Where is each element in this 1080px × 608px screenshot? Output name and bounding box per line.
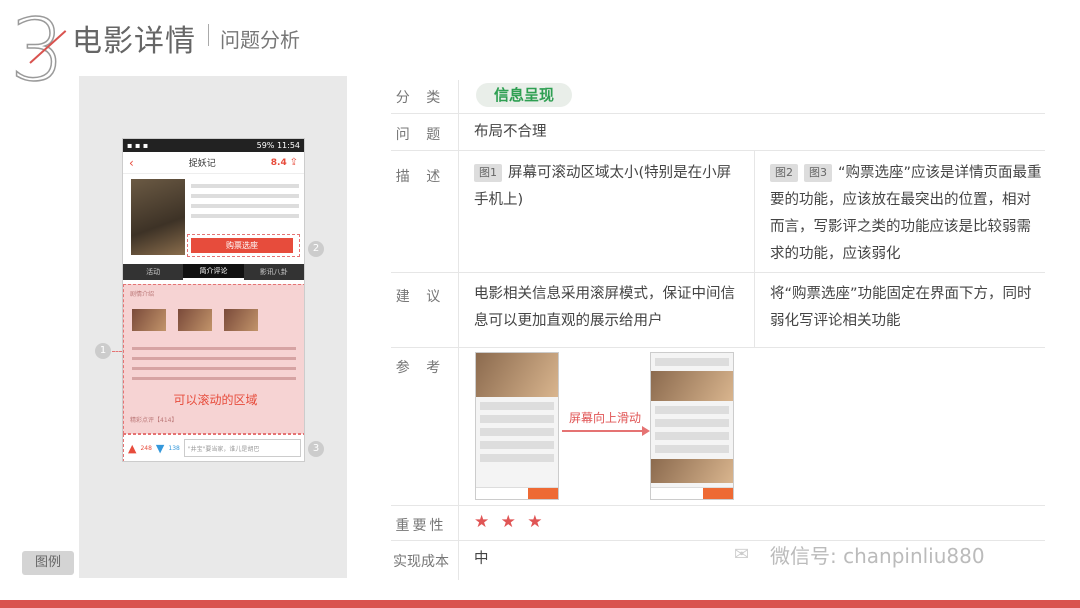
phone-bottom-bar: ▲ 248 ▼ 138 "井宝"要当家，谁儿是胡巴 — [123, 434, 304, 461]
row-divider — [391, 150, 1045, 151]
up-count: 248 — [140, 444, 152, 452]
comment-count: 精彩点评【414】 — [130, 417, 178, 424]
marker-3: 3 — [308, 441, 324, 457]
tab-intro[interactable]: 简介评论 — [183, 264, 244, 280]
label-importance: 重要性 — [395, 518, 447, 534]
battery-text: 59% — [256, 141, 275, 150]
label-problem: 问 题 — [395, 127, 447, 143]
cost-value: 中 — [474, 551, 489, 567]
page-title: 电影详情 — [72, 24, 196, 59]
label-suggestion: 建 议 — [395, 289, 447, 305]
marker-2: 2 — [308, 241, 324, 257]
tab-activity[interactable]: 活动 — [123, 264, 183, 280]
row-divider — [391, 113, 1045, 114]
label-description: 描 述 — [395, 169, 447, 185]
importance-stars: ★ ★ ★ — [474, 512, 546, 532]
suggestion-right: 将“购票选座”功能固定在界面下方，同时弱化写评论相关功能 — [770, 286, 1032, 329]
watermark: 微信号: chanpinliu880 — [770, 544, 985, 568]
scroll-area-label: 可以滚动的区域 — [173, 393, 258, 407]
row-divider — [391, 505, 1045, 506]
phone-nav-bar: ‹ 捉妖记 8.4 ⇪ — [123, 152, 304, 174]
phone-status-bar: ▪ ▪ ▪ 59% 11:54 — [123, 139, 304, 152]
swipe-arrow-icon — [562, 426, 650, 436]
row-divider — [391, 272, 1045, 273]
thumb-down-icon[interactable]: ▼ — [156, 442, 164, 455]
scrollable-area: 剧情介绍 可以滚动的区域 精彩点评【414】 — [123, 284, 304, 434]
movie-title: 捉妖记 — [188, 159, 216, 169]
suggestion-left: 电影相关信息采用滚屏模式，保证中间信息可以更加直观的展示给用户 — [474, 286, 735, 329]
back-icon[interactable]: ‹ — [129, 156, 134, 170]
movie-header: 购票选座 — [123, 174, 304, 264]
reference-image-before — [475, 352, 559, 500]
problem-value: 布局不合理 — [474, 124, 547, 140]
movie-stills — [132, 309, 258, 331]
column-divider — [754, 150, 755, 347]
description-right: 图2 图3 “购票选座”应该是详情页面最重要的功能，应该放在最突出的位置，相对而言，… — [770, 160, 1042, 268]
movie-poster — [131, 179, 185, 255]
figure-tag: 图3 — [804, 164, 832, 182]
column-divider — [458, 80, 459, 580]
buy-highlight — [187, 234, 300, 257]
status-time: 11:54 — [276, 141, 300, 150]
category-pill: 信息呈现 — [476, 83, 572, 107]
wechat-icon: ✉ — [734, 544, 750, 565]
status-right: 59% 11:54 — [257, 141, 300, 150]
reference-image-after — [650, 352, 734, 500]
section-number: 3 — [9, 1, 65, 101]
figure-tag: 图1 — [474, 164, 502, 182]
label-reference: 参 考 — [395, 360, 447, 376]
phone-mockup: ▪ ▪ ▪ 59% 11:54 ‹ 捉妖记 8.4 ⇪ 购票选座 活动 简介评论… — [122, 138, 305, 462]
down-count: 138 — [168, 444, 180, 452]
marker-1-line — [112, 351, 122, 352]
label-category: 分 类 — [395, 90, 447, 106]
description-left-text: 屏幕可滚动区域太小(特别是在小屏手机上) — [474, 165, 732, 208]
swipe-label: 屏幕向上滑动 — [568, 411, 641, 425]
label-cost: 实现成本 — [393, 554, 449, 570]
status-icons: ▪ ▪ ▪ — [127, 141, 149, 150]
marker-1: 1 — [95, 343, 111, 359]
phone-tabs: 活动 简介评论 影讯八卦 — [123, 264, 304, 280]
page-subtitle: 问题分析 — [220, 28, 300, 52]
figure-tag: 图2 — [770, 164, 798, 182]
bottom-accent-bar — [0, 600, 1080, 608]
intro-text — [132, 347, 296, 387]
comment-input[interactable]: "井宝"要当家，谁儿是胡巴 — [183, 439, 301, 457]
row-divider — [391, 347, 1045, 348]
legend-tag: 图例 — [22, 551, 74, 575]
movie-score: 8.4 — [270, 158, 287, 168]
movie-meta — [191, 184, 299, 224]
title-separator — [208, 24, 209, 46]
thumb-up-icon[interactable]: ▲ — [128, 442, 136, 455]
intro-header: 剧情介绍 — [130, 291, 155, 298]
description-left: 图1 屏幕可滚动区域太小(特别是在小屏手机上) — [474, 160, 744, 214]
share-icon[interactable]: ⇪ — [290, 157, 298, 168]
tab-news[interactable]: 影讯八卦 — [244, 264, 304, 280]
